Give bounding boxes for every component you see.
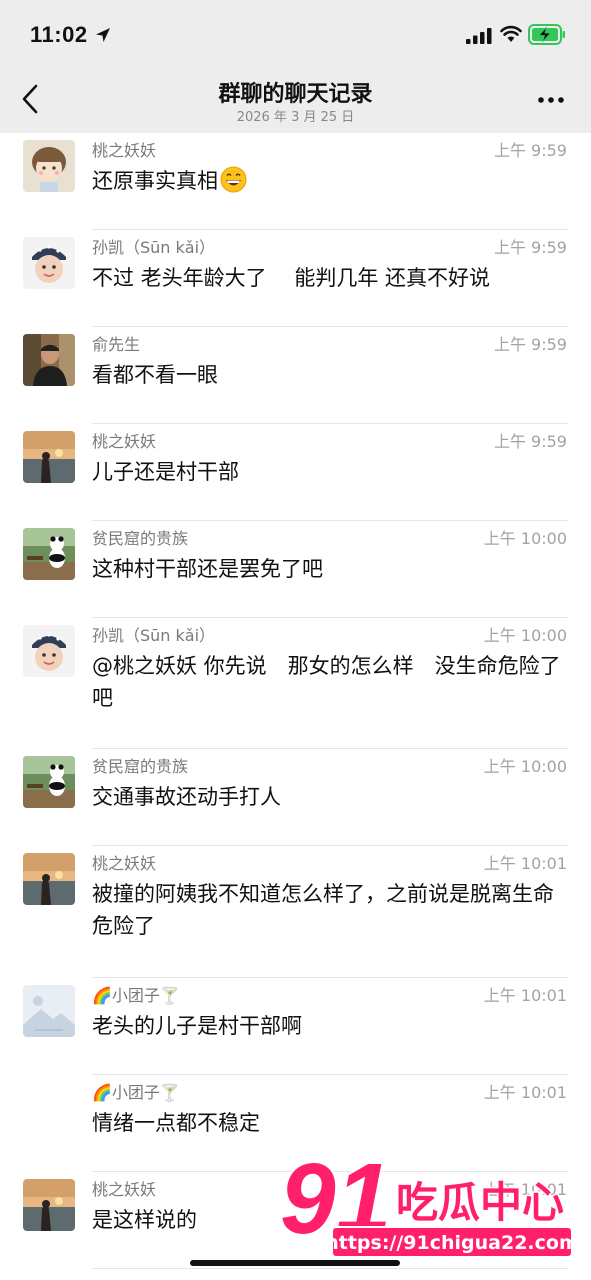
wifi-icon [500, 25, 522, 42]
sender-name: 孙凯（Sūn kǎi） [92, 626, 216, 645]
message-time: 上午 10:01 [483, 986, 567, 1005]
avatar[interactable] [23, 431, 75, 483]
divider [92, 1268, 568, 1269]
message-time: 上午 9:59 [493, 432, 567, 451]
message-text: 这种村干部还是罢免了吧 [92, 557, 323, 581]
message-text: 儿子还是村干部 [92, 460, 239, 484]
message-text: 不过 老头年龄大了 能判几年 还真不好说 [92, 266, 491, 290]
avatar[interactable] [23, 140, 75, 192]
sender-name: 🌈小团子🍸 [92, 1083, 180, 1102]
message-text: @桃之妖妖 你先说 那女的怎么样 没生命危险了吧 [92, 654, 561, 710]
avatar[interactable] [23, 853, 75, 905]
message-item[interactable]: 孙凯（Sūn kǎi） 上午 9:59 不过 老头年龄大了 能判几年 还真不好说 [0, 230, 591, 327]
avatar[interactable] [23, 237, 75, 289]
message-time: 上午 10:00 [483, 626, 567, 645]
sender-name: 孙凯（Sūn kǎi） [92, 238, 216, 257]
watermark-logo: 91 吃瓜中心 https://91chigua22.com [279, 1143, 576, 1258]
cellular-signal-icon [466, 28, 492, 44]
more-options-icon[interactable] [537, 96, 565, 104]
message-text: 情绪一点都不稳定 [92, 1111, 260, 1135]
message-text: 交通事故还动手打人 [92, 785, 281, 809]
page-title: 群聊的聊天记录 [218, 82, 373, 107]
top-bar: 11:02 群聊的聊天记录 2026 年 3 月 25 日 [0, 0, 591, 133]
avatar[interactable] [23, 756, 75, 808]
message-item[interactable]: 俞先生 上午 9:59 看都不看一眼 [0, 327, 591, 424]
status-time: 11:02 [30, 22, 88, 47]
sender-name: 桃之妖妖 [92, 141, 157, 160]
message-item[interactable]: 贫民窟的贵族 上午 10:00 这种村干部还是罢免了吧 [0, 521, 591, 618]
sender-name: 桃之妖妖 [92, 854, 157, 873]
watermark-brand: 吃瓜中心 [396, 1178, 564, 1227]
sender-name: 贫民窟的贵族 [92, 757, 189, 776]
location-arrow-icon [96, 28, 110, 42]
message-text: 看都不看一眼 [92, 363, 218, 387]
message-time: 上午 9:59 [493, 141, 567, 160]
message-text: 被撞的阿姨我不知道怎么样了，之前说是脱离生命危险了 [92, 882, 554, 938]
image-placeholder-icon[interactable] [23, 985, 75, 1037]
message-text: 老头的儿子是村干部啊 [92, 1014, 302, 1038]
message-text: 还原事实真相 [92, 165, 570, 197]
message-time: 上午 10:01 [483, 1083, 567, 1102]
sender-name: 桃之妖妖 [92, 432, 157, 451]
message-time: 上午 10:00 [483, 529, 567, 548]
message-list: 桃之妖妖 上午 9:59 还原事实真相 孙凯（Sūn kǎi） 上午 9:59 … [0, 133, 591, 1269]
message-item[interactable]: 孙凯（Sūn kǎi） 上午 10:00 @桃之妖妖 你先说 那女的怎么样 没生… [0, 618, 591, 749]
page-date: 2026 年 3 月 25 日 [236, 110, 355, 125]
avatar[interactable] [23, 625, 75, 677]
message-time: 上午 10:01 [483, 854, 567, 873]
avatar[interactable] [23, 528, 75, 580]
message-time: 上午 10:00 [483, 757, 567, 776]
message-time: 上午 9:59 [493, 335, 567, 354]
status-bar: 11:02 [0, 0, 591, 70]
message-time: 上午 9:59 [493, 238, 567, 257]
home-indicator [190, 1260, 400, 1266]
message-item[interactable]: 贫民窟的贵族 上午 10:00 交通事故还动手打人 [0, 749, 591, 846]
message-item[interactable]: 桃之妖妖 上午 10:01 被撞的阿姨我不知道怎么样了，之前说是脱离生命危险了 [0, 846, 591, 978]
avatar[interactable] [23, 1179, 75, 1231]
grinning-face-emoji-icon [220, 166, 247, 193]
sender-name: 🌈小团子🍸 [92, 986, 180, 1005]
avatar[interactable] [23, 334, 75, 386]
battery-charging-icon [528, 24, 565, 45]
sender-name: 贫民窟的贵族 [92, 529, 189, 548]
message-item[interactable]: 桃之妖妖 上午 9:59 还原事实真相 [0, 133, 591, 230]
message-item[interactable]: 🌈小团子🍸 上午 10:01 老头的儿子是村干部啊 [0, 978, 591, 1075]
message-item[interactable]: 桃之妖妖 上午 9:59 儿子还是村干部 [0, 424, 591, 521]
watermark-url: https://91chigua22.com [325, 1232, 576, 1254]
sender-name: 俞先生 [92, 335, 141, 354]
sender-name: 桃之妖妖 [92, 1180, 157, 1199]
